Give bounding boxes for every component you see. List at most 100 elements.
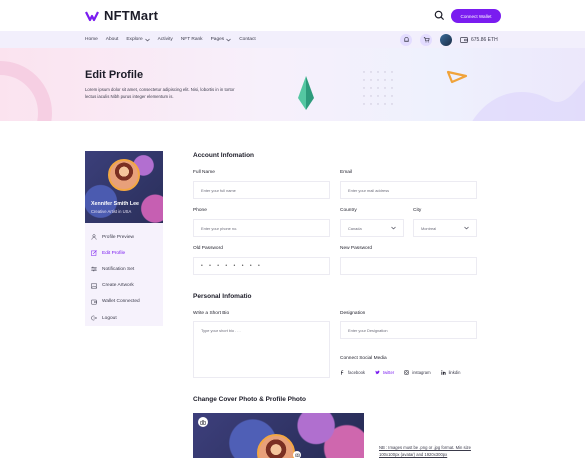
sidebar-item-notification-set[interactable]: Notification Set: [91, 261, 161, 277]
main-nav-bar: Home About Explore Activity NFT Rank Pages Con…: [0, 31, 585, 48]
image-format-note: NB : Images must be .png or .jpg format.…: [379, 445, 471, 457]
sidebar-item-label: Logout: [102, 315, 117, 321]
nav-item-label: Activity: [157, 37, 173, 42]
full-name-input[interactable]: Enter your full name: [193, 181, 330, 199]
banner-arc-decoration: [0, 61, 52, 121]
country-value: Canada: [348, 225, 362, 231]
logout-icon: [91, 315, 97, 321]
connect-wallet-button[interactable]: Connect Wallet: [451, 9, 501, 23]
sliders-icon: [91, 267, 97, 272]
chevron-down-icon: [464, 226, 469, 230]
profile-avatar: [108, 159, 140, 191]
linkedin-label: linkdin: [448, 370, 461, 375]
sidebar-item-logout[interactable]: Logout: [91, 310, 161, 326]
crystal-decoration: [298, 76, 314, 110]
city-value: Montreal: [421, 225, 437, 231]
facebook-icon: [341, 370, 344, 375]
linkedin-link[interactable]: linkdin: [440, 370, 461, 375]
camera-icon: [200, 420, 206, 425]
facebook-link[interactable]: facebook: [340, 370, 365, 375]
nav-item-pages[interactable]: Pages: [211, 37, 232, 42]
designation-input[interactable]: Enter your Designation: [340, 321, 477, 339]
user-icon: [91, 234, 97, 240]
sidebar-item-wallet-connected[interactable]: Wallet Connected: [91, 294, 161, 310]
banner-wave-decoration: [472, 80, 585, 121]
nav-item-about[interactable]: About: [106, 37, 119, 42]
top-header: NFTMart Connect Wallet: [0, 0, 585, 31]
nav-item-nft-rank[interactable]: NFT Rank: [181, 37, 203, 42]
phone-label: Phone: [193, 208, 207, 213]
page-title: Edit Profile: [85, 69, 144, 81]
search-icon[interactable]: [434, 10, 445, 21]
chevron-down-icon: [144, 38, 150, 41]
chevron-down-icon: [391, 226, 396, 230]
page-banner: Edit Profile Lorem ipsum dolor sit amet,…: [0, 48, 585, 121]
logo-icon: [85, 11, 99, 21]
twitter-label: twitter: [383, 370, 395, 375]
linkedin-icon: [440, 370, 446, 375]
sidebar-item-label: Create Artwork: [102, 283, 134, 289]
wallet-balance[interactable]: 675.86 ETH: [460, 37, 498, 43]
wallet-balance-text: 675.86 ETH: [471, 36, 498, 43]
brand-name: NFTMart: [104, 8, 159, 23]
personal-section-title: Personal Infomatio: [193, 293, 252, 300]
bio-textarea[interactable]: Type your short bio . . .: [193, 321, 330, 378]
brand-logo[interactable]: NFTMart: [85, 8, 158, 23]
cart-button[interactable]: [420, 33, 432, 46]
old-password-input[interactable]: • • • • • • • •: [193, 257, 330, 275]
nav-actions: 675.86 ETH: [400, 31, 498, 48]
sidebar-item-label: Profile Preview: [102, 234, 134, 240]
sidebar-menu: Profile Preview Edit Profile Notificatio…: [91, 229, 161, 326]
country-select[interactable]: Canada: [340, 219, 404, 237]
nav-item-label: Home: [85, 37, 98, 42]
email-input[interactable]: Enter your mail address: [340, 181, 477, 199]
account-section-title: Account Infomation: [193, 152, 255, 159]
country-label: Country: [340, 208, 357, 213]
nav-item-activity[interactable]: Activity: [158, 37, 173, 42]
wallet-icon: [460, 36, 468, 43]
facebook-label: facebook: [348, 370, 365, 375]
designation-label: Designation: [340, 311, 366, 316]
main-nav: Home About Explore Activity NFT Rank Pages Con…: [85, 31, 264, 48]
nav-item-contact[interactable]: Contact: [239, 37, 256, 42]
city-label: City: [413, 208, 422, 213]
email-label: Email: [340, 170, 352, 175]
nav-item-label: Pages: [210, 37, 225, 42]
bio-label: Write a Short Bio: [193, 311, 230, 316]
instagram-link[interactable]: instagram: [404, 370, 431, 375]
new-password-input[interactable]: [340, 257, 477, 275]
edit-icon: [91, 250, 97, 257]
user-avatar[interactable]: [440, 33, 452, 46]
twitter-link[interactable]: twitter: [375, 370, 394, 375]
profile-name: Xennifer Smith Lee: [91, 201, 139, 207]
old-password-label: Old Password: [193, 246, 223, 251]
instagram-label: instagram: [412, 370, 431, 375]
nav-item-home[interactable]: Home: [85, 37, 98, 42]
profile-role: Creative Artist in USA: [91, 209, 132, 214]
sidebar-item-label: Edit Profile: [102, 250, 126, 256]
twitter-icon: [375, 370, 380, 375]
sidebar-item-profile-preview[interactable]: Profile Preview: [91, 229, 161, 245]
notification-button[interactable]: [400, 33, 412, 46]
sidebar-item-create-artwork[interactable]: Create Artwork: [91, 278, 161, 294]
city-select[interactable]: Montreal: [413, 219, 477, 237]
nav-item-label: Contact: [239, 37, 256, 42]
nav-item-explore[interactable]: Explore: [126, 37, 150, 42]
camera-icon: [294, 453, 300, 457]
change-cover-button[interactable]: [198, 417, 208, 427]
change-avatar-button[interactable]: [293, 451, 301, 458]
sidebar-item-edit-profile[interactable]: Edit Profile: [91, 245, 161, 261]
dots-decoration: [363, 71, 393, 105]
nav-item-label: NFT Rank: [180, 37, 203, 42]
image-icon: [91, 283, 97, 289]
social-media-label: Connect Social Media: [340, 356, 387, 361]
profile-card: Xennifer Smith Lee Creative Artist in US…: [85, 151, 163, 223]
cart-icon: [423, 36, 430, 43]
full-name-label: Full Name: [193, 170, 215, 175]
triangle-decoration: [446, 70, 468, 84]
sidebar-item-label: Wallet Connected: [102, 299, 140, 305]
nav-item-label: About: [105, 37, 119, 42]
phone-input[interactable]: Enter your phone no.: [193, 219, 330, 237]
page-subtitle: Lorem ipsum dolor sit amet, consectetur …: [85, 87, 235, 99]
sidebar-item-label: Notification Set: [102, 266, 135, 272]
